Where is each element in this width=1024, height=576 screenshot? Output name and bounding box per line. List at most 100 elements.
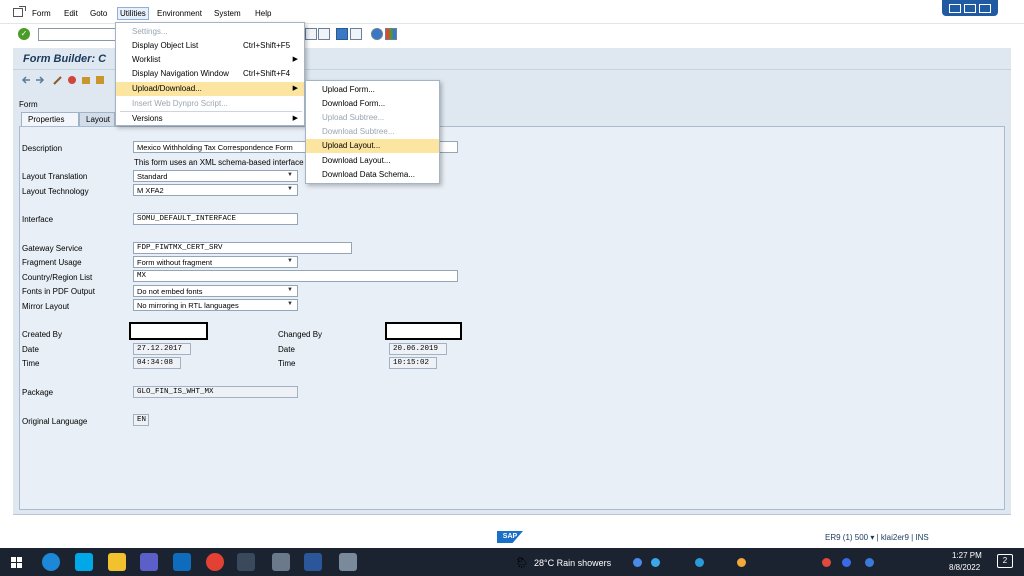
menu-edit[interactable]: Edit — [62, 8, 80, 21]
menu-item-upload-download[interactable]: Upload/Download... ▶ — [116, 82, 304, 96]
fragment-select[interactable]: Form without fragment — [133, 256, 298, 268]
menu-utilities[interactable]: Utilities — [117, 7, 149, 20]
tray-app-icon[interactable] — [633, 558, 642, 567]
layout-technology-select[interactable]: M XFA2 — [133, 184, 298, 196]
back-arrow-icon[interactable] — [21, 75, 31, 85]
menu-item-upload-form[interactable]: Upload Form... — [306, 83, 439, 97]
menu-item-download-subtree[interactable]: Download Subtree... — [306, 125, 439, 139]
menu-item-upload-subtree[interactable]: Upload Subtree... — [306, 111, 439, 125]
menu-item-worklist[interactable]: Worklist ▶ — [116, 53, 304, 67]
changed-date-field: 20.06.2019 — [389, 343, 447, 355]
created-date-label: Date — [22, 345, 39, 354]
submenu-arrow-icon: ▶ — [292, 85, 298, 92]
notification-center-icon[interactable]: 2 — [997, 554, 1013, 568]
close-icon[interactable] — [979, 3, 991, 13]
tray-app-icon[interactable] — [695, 558, 704, 567]
menu-item-display-object-list[interactable]: Display Object List Ctrl+Shift+F5 — [116, 39, 304, 53]
clock-date[interactable]: 8/8/2022 — [949, 563, 980, 572]
window-menu-icon[interactable] — [13, 6, 26, 17]
menu-item-download-data-schema[interactable]: Download Data Schema... — [306, 168, 439, 182]
submenu-arrow-icon: ▶ — [292, 115, 298, 122]
menu-system[interactable]: System — [212, 8, 243, 21]
paint-icon[interactable] — [339, 553, 357, 571]
menu-item-settings[interactable]: Settings... — [116, 25, 304, 39]
changed-time-label: Time — [278, 359, 296, 368]
activate-icon[interactable] — [81, 75, 91, 85]
sap-logo: SAP — [497, 531, 523, 543]
help-icon[interactable] — [371, 28, 383, 40]
edge-icon[interactable] — [42, 553, 60, 571]
menu-item-upload-layout[interactable]: Upload Layout... — [306, 139, 439, 153]
app-icon[interactable] — [272, 553, 290, 571]
skype-icon[interactable] — [75, 553, 93, 571]
layout-translation-label: Layout Translation — [22, 172, 88, 181]
maximize-icon[interactable] — [964, 3, 976, 13]
shortcut-icon[interactable] — [305, 28, 317, 40]
layout-icon[interactable] — [350, 28, 362, 40]
page-title: Form Builder: C — [23, 53, 107, 65]
tray-app-icon[interactable] — [822, 558, 831, 567]
menu-goto[interactable]: Goto — [88, 8, 109, 21]
fonts-select[interactable]: Do not embed fonts — [133, 285, 298, 297]
system-info[interactable]: ER9 (1) 500 ▾ | klai2er9 | INS — [825, 533, 929, 542]
package-label: Package — [22, 388, 54, 397]
clock-time[interactable]: 1:27 PM — [952, 551, 982, 560]
window-controls[interactable] — [942, 0, 998, 16]
forward-arrow-icon[interactable] — [35, 75, 45, 85]
submenu-arrow-icon: ▶ — [292, 56, 298, 63]
menu-item-versions[interactable]: Versions ▶ — [116, 112, 304, 126]
outlook-icon[interactable] — [173, 553, 191, 571]
tab-layout[interactable]: Layout — [79, 112, 115, 126]
created-time-field: 04:34:08 — [133, 357, 181, 369]
weather-text[interactable]: 28°C Rain showers — [534, 558, 611, 568]
changed-by-label: Changed By — [278, 330, 323, 339]
package-field: GLO_FIN_IS_WHT_MX — [133, 386, 298, 398]
tray-app-icon[interactable] — [865, 558, 874, 567]
weather-icon[interactable]: 🌦 — [515, 556, 529, 569]
menu-item-download-form[interactable]: Download Form... — [306, 97, 439, 111]
file-explorer-icon[interactable] — [108, 553, 126, 571]
command-field[interactable] — [38, 28, 118, 41]
teams-icon[interactable] — [140, 553, 158, 571]
test-icon[interactable] — [95, 75, 105, 85]
menubar: Form Edit Goto Utilities Environment Sys… — [0, 0, 1024, 24]
enter-check-icon[interactable]: ✓ — [18, 28, 30, 40]
description-label: Description — [22, 144, 63, 153]
language-field: EN — [133, 414, 149, 426]
minimize-icon[interactable] — [949, 3, 961, 13]
menu-help[interactable]: Help — [253, 8, 273, 21]
windows-start-icon[interactable] — [11, 557, 22, 568]
layout-translation-select[interactable]: Standard — [133, 170, 298, 182]
layout-technology-label: Layout Technology — [22, 187, 89, 196]
chrome-icon[interactable] — [206, 553, 224, 571]
upload-download-submenu: Upload Form... Download Form... Upload S… — [305, 80, 440, 184]
country-field[interactable]: MX — [133, 270, 458, 282]
created-by-label: Created By — [22, 330, 63, 339]
sap-logon-icon[interactable] — [237, 553, 255, 571]
menu-item-download-layout[interactable]: Download Layout... — [306, 154, 439, 168]
menu-form[interactable]: Form — [30, 8, 53, 21]
gateway-field[interactable]: FDP_FIWTMX_CERT_SRV — [133, 242, 352, 254]
mirror-label: Mirror Layout — [22, 302, 70, 311]
menu-item-display-navigation-window[interactable]: Display Navigation Window Ctrl+Shift+F4 — [116, 67, 304, 81]
customize-icon[interactable] — [385, 28, 397, 40]
created-time-label: Time — [22, 359, 40, 368]
form-label: Form — [19, 100, 38, 109]
tray-app-icon[interactable] — [651, 558, 660, 567]
check-icon[interactable] — [67, 75, 77, 85]
word-icon[interactable] — [304, 553, 322, 571]
menu-item-insert-web-dynpro-script[interactable]: Insert Web Dynpro Script... — [116, 97, 304, 111]
country-label: Country/Region List — [22, 273, 93, 282]
change-display-icon[interactable] — [53, 75, 63, 85]
language-label: Original Language — [22, 417, 88, 426]
menu-environment[interactable]: Environment — [155, 8, 204, 21]
new-session-icon[interactable] — [336, 28, 348, 40]
bluetooth-icon[interactable] — [842, 558, 851, 567]
shortcut2-icon[interactable] — [318, 28, 330, 40]
tray-app-icon[interactable] — [737, 558, 746, 567]
fragment-label: Fragment Usage — [22, 258, 82, 267]
tab-properties[interactable]: Properties — [21, 112, 79, 126]
schema-note: This form uses an XML schema-based inter… — [134, 158, 304, 167]
mirror-select[interactable]: No mirroring in RTL languages — [133, 299, 298, 311]
interface-field[interactable]: SOMU_DEFAULT_INTERFACE — [133, 213, 298, 225]
